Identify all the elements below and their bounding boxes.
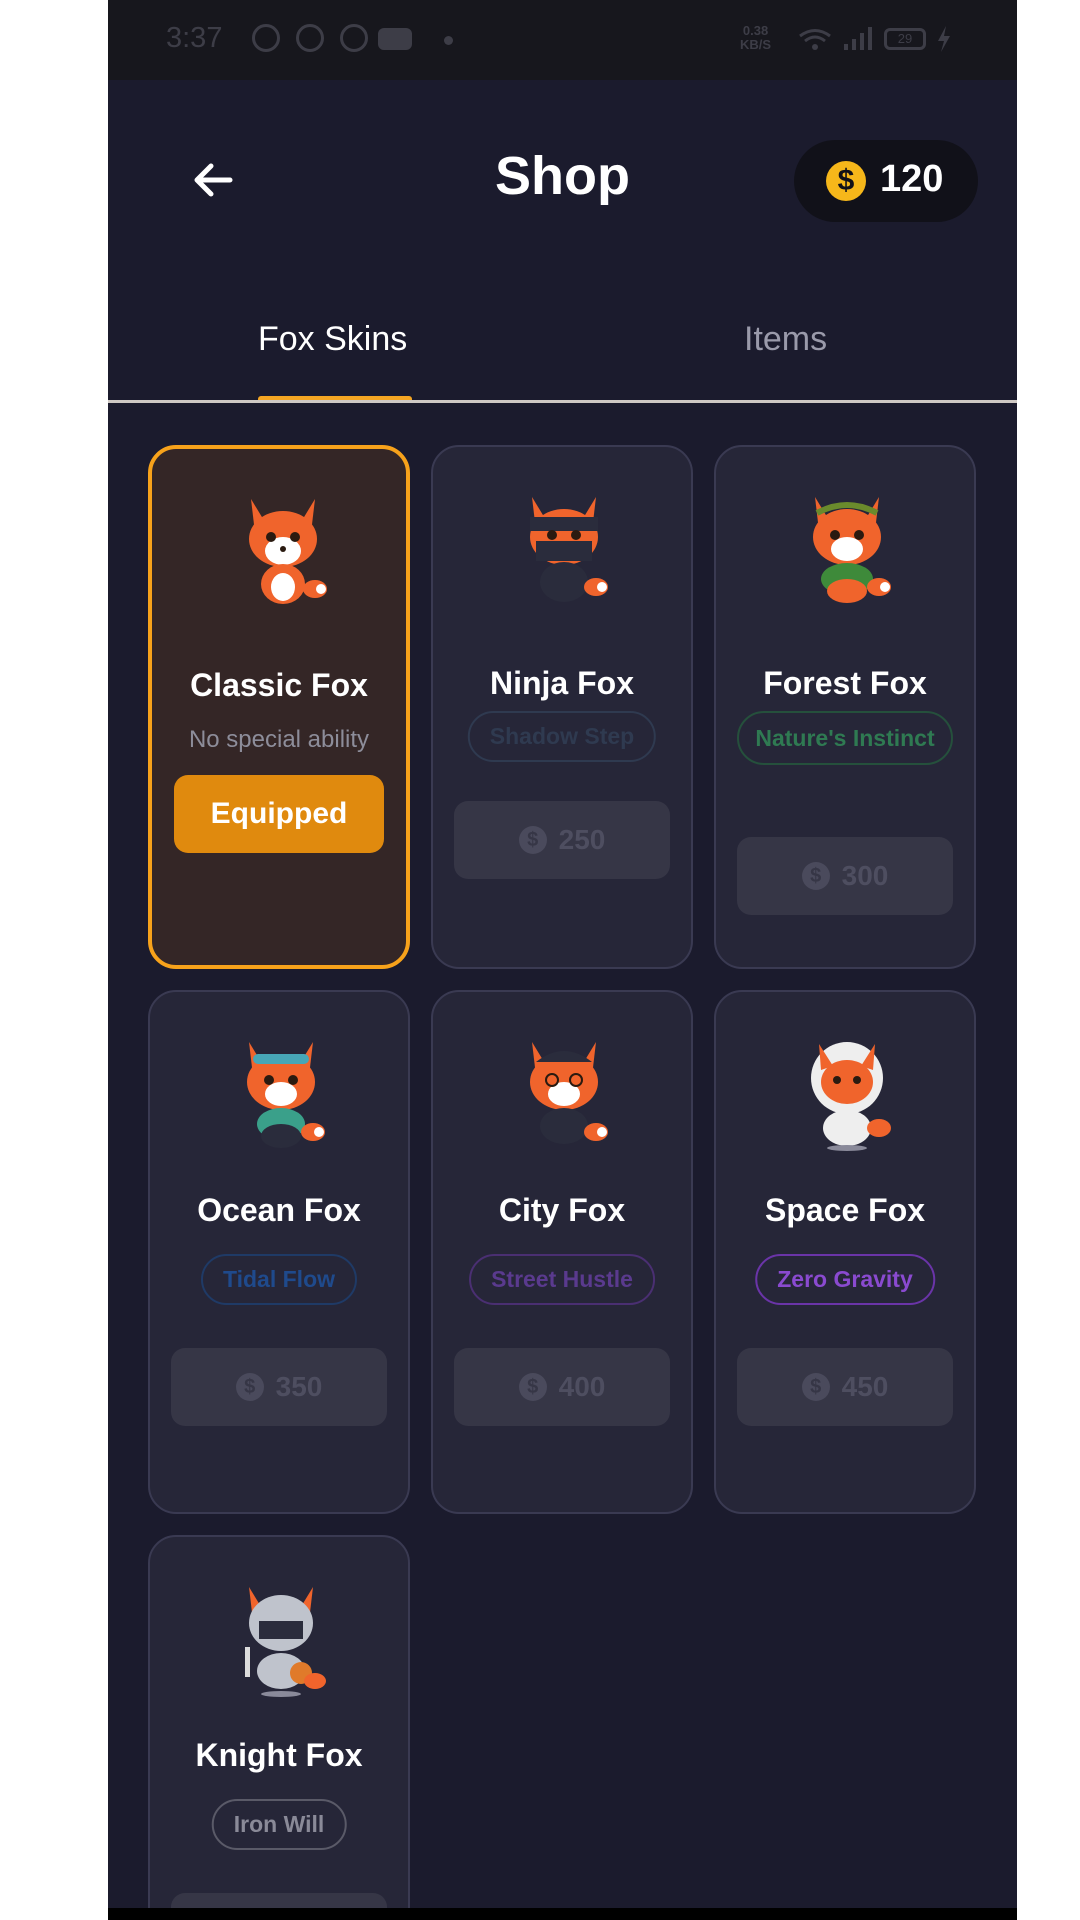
tab-fox-skins[interactable]: Fox Skins [258,320,407,390]
tab-items[interactable]: Items [744,320,827,390]
ocean-fox-icon [247,1042,325,1148]
price: 400 [558,1371,606,1402]
network-speed-unit: KB/S [740,37,772,52]
classic-fox-icon [249,499,327,604]
price: 350 [275,1371,323,1402]
skin-card-classic[interactable]: Classic Fox No special ability Equipped [148,445,410,969]
ninja-fox-icon [530,497,608,602]
tab-divider [108,400,1017,403]
coin-icon: $ [826,161,866,201]
signal-icon [844,27,872,50]
skin-ability: No special ability [188,726,370,753]
price: 450 [841,1371,889,1402]
coin-balance: $ 120 [794,140,978,222]
skin-name: Ocean Fox [197,1192,361,1228]
skin-ability: Iron Will [211,1799,347,1850]
viber-icon [252,24,280,52]
battery-icon: 29 [884,28,926,50]
status-icons: 29 [798,26,952,52]
skin-name: Space Fox [764,1192,926,1228]
skin-ability: Nature's Instinct [737,711,953,765]
skin-card-space[interactable]: Space Fox Zero Gravity $ 450 [714,990,976,1514]
skin-card-city[interactable]: City Fox Street Hustle $ 400 [431,990,693,1514]
skin-card-forest[interactable]: Forest Fox Nature's Instinct $ 300 [714,445,976,969]
price: 300 [841,860,889,891]
coin-amount: 120 [880,158,944,200]
status-time: 3:37 [166,22,223,54]
buy-button[interactable]: $ 350 [171,1348,387,1426]
skin-card-ocean[interactable]: Ocean Fox Tidal Flow $ 350 [148,990,410,1514]
wifi-icon [799,29,831,50]
system-nav-bar [108,1908,1017,1920]
knight-fox-icon [245,1587,326,1697]
skin-ability: Zero Gravity [755,1254,935,1305]
charging-icon [938,26,950,52]
tab-bar: Fox Skins Items [108,300,1017,402]
whatsapp-icon [296,24,324,52]
space-fox-icon [811,1042,891,1151]
skin-card-knight[interactable]: Knight Fox Iron Will [148,1535,410,1920]
status-bar: 3:37 0.38 KB/S 29 [108,0,1017,80]
network-speed: 0.38 KB/S [740,24,771,52]
skin-name: Classic Fox [190,667,368,703]
buy-button[interactable]: $ 250 [454,801,670,879]
buy-button[interactable]: $ 300 [737,837,953,915]
coin-icon: $ [801,1373,830,1401]
buy-button[interactable]: $ 400 [454,1348,670,1426]
equipped-button[interactable]: Equipped [174,775,384,853]
skin-ability: Shadow Step [467,711,657,762]
city-fox-icon [530,1042,608,1144]
skin-ability: Street Hustle [469,1254,655,1305]
skin-ability: Tidal Flow [200,1254,358,1305]
buy-button[interactable]: $ 450 [737,1348,953,1426]
skin-name: City Fox [498,1192,626,1228]
price: 250 [558,824,606,855]
skin-name: Ninja Fox [489,665,634,701]
coin-icon: $ [801,862,830,890]
facebook-icon [340,24,368,52]
coin-icon: $ [518,826,547,854]
more-notifications-icon [444,36,453,45]
skin-name: Forest Fox [763,665,927,701]
network-speed-value: 0.38 [742,23,769,38]
skin-card-ninja[interactable]: Ninja Fox Shadow Step $ 250 [431,445,693,969]
forest-fox-icon [813,497,891,603]
coin-icon: $ [518,1373,547,1401]
youtube-icon [378,28,412,50]
coin-icon: $ [235,1373,264,1401]
skin-name: Knight Fox [195,1737,363,1773]
app-screen: 3:37 0.38 KB/S 29 Shop $ 120 Fox Skins I… [108,0,1017,1920]
